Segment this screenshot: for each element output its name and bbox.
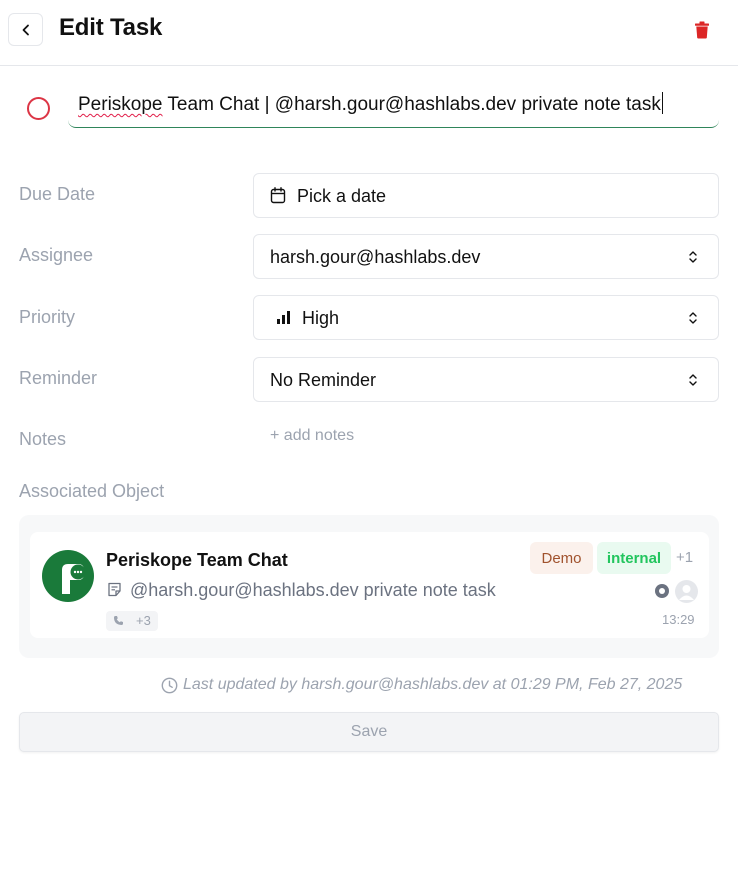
trash-icon xyxy=(695,21,709,39)
task-status-toggle[interactable] xyxy=(27,97,50,120)
assignee-select[interactable]: harsh.gour@hashlabs.dev xyxy=(253,234,719,279)
calendar-icon xyxy=(270,187,286,204)
priority-label: Priority xyxy=(19,307,76,327)
last-updated-info: Last updated by harsh.gour@hashlabs.dev … xyxy=(161,676,682,694)
periskope-logo-icon xyxy=(62,564,86,594)
clock-icon xyxy=(161,677,178,693)
chat-avatar xyxy=(42,550,94,602)
delete-button[interactable] xyxy=(690,18,714,42)
due-date-label: Due Date xyxy=(19,184,96,204)
private-note-icon xyxy=(108,582,121,597)
reminder-value: No Reminder xyxy=(270,370,377,390)
notes-label: Notes xyxy=(19,429,67,449)
more-tags-count: +1 xyxy=(676,549,694,566)
assignee-value: harsh.gour@hashlabs.dev xyxy=(270,247,481,267)
associated-object-label: Associated Object xyxy=(19,481,165,501)
add-notes-link[interactable]: + add notes xyxy=(270,427,354,445)
task-title-text: Periskope Team Chat | @harsh.gour@hashla… xyxy=(78,92,664,116)
phone-count: +3 xyxy=(136,613,151,628)
task-title-input[interactable]: Periskope Team Chat | @harsh.gour@hashla… xyxy=(68,84,719,128)
status-indicator-icon xyxy=(655,584,669,598)
user-avatar-icon xyxy=(675,580,698,603)
chevron-left-icon xyxy=(22,24,29,35)
header: Edit Task xyxy=(0,0,738,66)
page-title: Edit Task xyxy=(59,14,163,41)
associated-object-panel: Periskope Team Chat Demo internal +1 @ha… xyxy=(19,515,719,658)
last-updated-text: Last updated by harsh.gour@hashlabs.dev … xyxy=(183,676,683,693)
associated-chat-card[interactable]: Periskope Team Chat Demo internal +1 @ha… xyxy=(30,532,709,638)
message-time: 13:29 xyxy=(662,612,695,627)
assignee-label: Assignee xyxy=(19,245,94,265)
chat-name: Periskope Team Chat xyxy=(106,550,288,570)
task-title-rest: Team Chat | @harsh.gour@hashlabs.dev pri… xyxy=(162,94,661,115)
chevron-up-down-icon xyxy=(689,251,697,263)
due-date-value: Pick a date xyxy=(297,186,387,206)
phone-icon xyxy=(114,616,123,625)
back-button[interactable] xyxy=(8,13,43,46)
due-date-picker[interactable]: Pick a date xyxy=(253,173,719,218)
text-caret xyxy=(661,92,664,114)
reminder-label: Reminder xyxy=(19,368,98,388)
tag-demo: Demo xyxy=(530,542,593,574)
priority-value: High xyxy=(302,308,340,328)
reminder-select[interactable]: No Reminder xyxy=(253,357,719,402)
last-message-text: @harsh.gour@hashlabs.dev private note ta… xyxy=(130,580,496,600)
signal-bars-icon xyxy=(277,311,290,324)
save-button[interactable]: Save xyxy=(19,712,719,752)
chevron-up-down-icon xyxy=(689,374,697,386)
task-title-misspelled-word: Periskope xyxy=(78,94,163,115)
tag-internal: internal xyxy=(597,542,671,574)
phone-count-chip: +3 xyxy=(106,611,158,631)
priority-select[interactable]: High xyxy=(253,295,719,340)
chevron-up-down-icon xyxy=(689,312,697,324)
